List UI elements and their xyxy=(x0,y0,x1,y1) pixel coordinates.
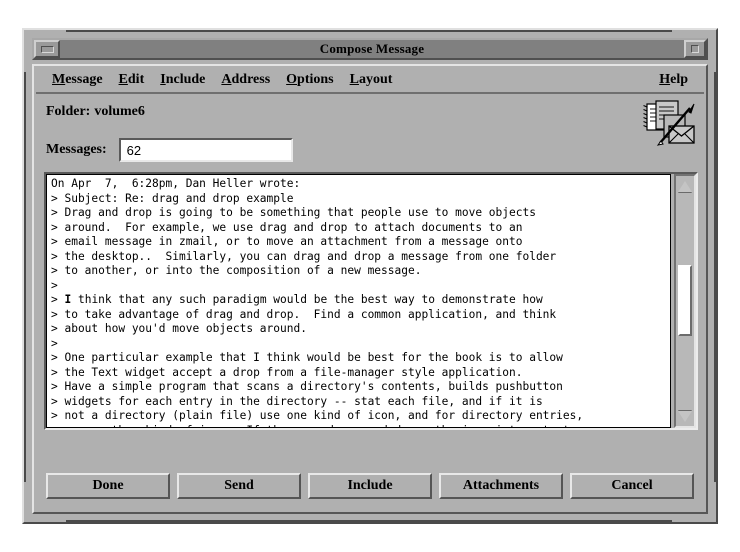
send-button[interactable]: Send xyxy=(177,473,301,499)
maximize-box-icon xyxy=(691,45,699,53)
menu-layout[interactable]: Layout xyxy=(342,70,401,90)
done-button[interactable]: Done xyxy=(46,473,170,499)
folder-value: volume6 xyxy=(94,104,145,119)
titlebar[interactable]: Compose Message xyxy=(32,38,708,60)
editor-vertical-scrollbar[interactable] xyxy=(674,174,696,428)
scroll-down-triangle xyxy=(678,410,692,422)
menu-options-rest: ptions xyxy=(297,72,334,87)
folder-row: Folder: volume6 xyxy=(46,104,145,120)
minimize-box-icon xyxy=(40,45,54,53)
message-text-area[interactable]: On Apr 7, 6:28pm, Dan Heller wrote: > Su… xyxy=(46,174,671,428)
menu-edit-rest: dit xyxy=(127,72,145,87)
menu-layout-rest: ayout xyxy=(358,72,393,87)
menu-edit[interactable]: Edit xyxy=(111,70,153,90)
menu-help-rest: elp xyxy=(670,72,688,87)
menu-layout-mnemonic: L xyxy=(349,72,359,87)
frame-bottom-edge[interactable] xyxy=(66,520,672,522)
messages-input[interactable] xyxy=(118,138,293,162)
compose-message-icon xyxy=(642,98,698,154)
menu-message-mnemonic: M xyxy=(52,72,66,87)
client-area: Message Edit Include Address Options Lay… xyxy=(32,64,708,514)
minimize-button[interactable] xyxy=(34,40,60,58)
menu-options-mnemonic: O xyxy=(286,72,298,87)
message-editor: On Apr 7, 6:28pm, Dan Heller wrote: > Su… xyxy=(44,172,698,430)
menu-help-mnemonic: H xyxy=(659,72,671,87)
menu-address-mnemonic: A xyxy=(221,72,232,87)
menu-include-rest: nclude xyxy=(165,72,206,87)
messages-label: Messages: xyxy=(46,142,107,157)
menu-edit-mnemonic: E xyxy=(118,72,128,87)
menu-options[interactable]: Options xyxy=(278,70,341,90)
maximize-button[interactable] xyxy=(684,40,706,58)
attachments-button[interactable]: Attachments xyxy=(439,473,563,499)
menu-message-rest: essage xyxy=(65,72,103,87)
scroll-up-triangle xyxy=(678,180,692,192)
menu-address[interactable]: Address xyxy=(213,70,278,90)
scrollbar-thumb[interactable] xyxy=(678,265,692,336)
menubar: Message Edit Include Address Options Lay… xyxy=(36,68,704,94)
frame-right-edge[interactable] xyxy=(714,72,716,482)
menu-include[interactable]: Include xyxy=(152,70,213,90)
action-button-row: Done Send Include Attachments Cancel xyxy=(46,472,694,500)
compose-message-window: Compose Message Message Edit Include Add… xyxy=(22,28,718,524)
include-button[interactable]: Include xyxy=(308,473,432,499)
window-inner: Compose Message Message Edit Include Add… xyxy=(26,32,714,520)
messages-row: Messages: xyxy=(46,138,293,162)
cancel-button[interactable]: Cancel xyxy=(570,473,694,499)
menu-help[interactable]: Help xyxy=(651,70,696,90)
message-text-content: On Apr 7, 6:28pm, Dan Heller wrote: > Su… xyxy=(51,177,584,427)
menu-message[interactable]: Message xyxy=(44,70,111,90)
folder-label: Folder: xyxy=(46,104,91,119)
scroll-down-arrow-icon[interactable] xyxy=(677,408,693,424)
scroll-up-arrow-icon[interactable] xyxy=(677,178,693,194)
menu-address-rest: ddress xyxy=(231,72,271,87)
window-title: Compose Message xyxy=(319,41,425,56)
